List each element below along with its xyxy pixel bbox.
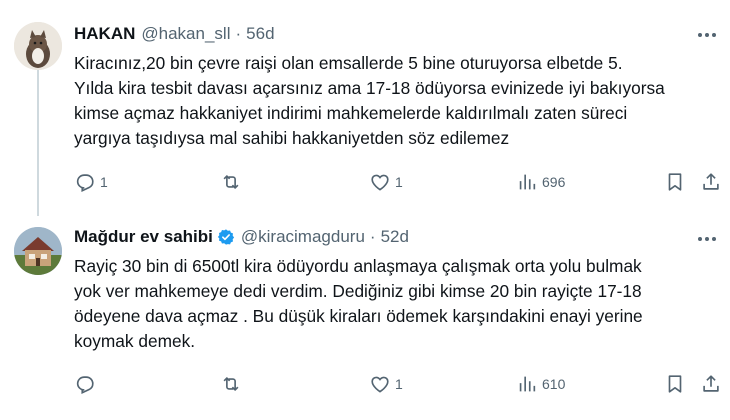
reply-button[interactable]: 1 <box>74 171 108 193</box>
retweet-icon <box>223 377 239 391</box>
heart-icon <box>371 376 389 393</box>
tweet-text: Kiracınız,20 bin çevre raişi olan emsall… <box>74 51 714 151</box>
reply-icon <box>76 376 94 395</box>
like-button[interactable]: 1 <box>369 171 403 193</box>
more-icon[interactable] <box>698 237 716 241</box>
timestamp[interactable]: 56d <box>246 24 274 44</box>
avatar[interactable] <box>14 227 62 275</box>
separator-dot: · <box>369 227 376 246</box>
like-count: 1 <box>395 174 403 190</box>
user-handle[interactable]: @kiracimagduru <box>241 227 365 247</box>
share-icon <box>703 375 719 392</box>
tweet-text-line: Kiracınız,20 bin çevre raişi olan emsall… <box>74 53 623 73</box>
separator-dot: · <box>235 24 242 43</box>
views-count: 696 <box>542 174 566 190</box>
reply-count: 1 <box>100 174 108 190</box>
house-avatar-image <box>14 227 62 275</box>
share-button[interactable] <box>700 171 722 193</box>
tweet-text-line: ödeyene dava açmaz . Bu düşük kiraları ö… <box>74 306 643 326</box>
action-bar: 1 1 696 <box>74 171 724 195</box>
timestamp[interactable]: 52d <box>381 227 409 247</box>
user-handle[interactable]: @hakan_sll <box>141 24 230 44</box>
retweet-icon <box>223 175 239 189</box>
views-button[interactable]: 610 <box>516 373 565 395</box>
display-name[interactable]: HAKAN <box>74 24 135 44</box>
cat-avatar-image <box>14 22 62 70</box>
action-bar: 1 610 <box>74 373 724 397</box>
retweet-button[interactable] <box>220 373 242 395</box>
more-icon[interactable] <box>698 33 716 37</box>
reply-icon <box>76 174 94 193</box>
tweet-text: Rayiç 30 bin di 6500tl kira ödüyordu anl… <box>74 254 714 354</box>
tweet-text-line: koymak demek. <box>74 331 196 351</box>
tweet-header: HAKAN @hakan_sll · 56d <box>74 23 275 45</box>
views-icon <box>519 174 536 190</box>
tweet-magdur-ev-sahibi[interactable]: Mağdur ev sahibi @kiracimagduru · 52d Ra… <box>0 213 730 420</box>
tweet-text-line: kimse açmaz hakkaniyet indirimi mahkemel… <box>74 103 628 123</box>
heart-icon <box>371 174 389 191</box>
bookmark-icon <box>668 173 682 191</box>
verified-badge-icon <box>217 229 234 245</box>
share-icon <box>703 173 719 190</box>
tweet-hakan[interactable]: HAKAN @hakan_sll · 56d Kiracınız,20 bin … <box>0 0 730 205</box>
like-count: 1 <box>395 376 403 392</box>
display-name[interactable]: Mağdur ev sahibi <box>74 227 213 247</box>
reply-button[interactable] <box>74 373 100 395</box>
bookmark-button[interactable] <box>664 171 686 193</box>
tweet-text-line: yargıya taşıdıysa mal sahibi hakkaniyetd… <box>74 128 510 148</box>
views-count: 610 <box>542 376 566 392</box>
bookmark-button[interactable] <box>664 373 686 395</box>
bookmark-icon <box>668 375 682 393</box>
tweet-text-line: Rayiç 30 bin di 6500tl kira ödüyordu anl… <box>74 256 642 276</box>
tweet-text-line: yok ver mahkemeye dedi verdim. Dediğiniz… <box>74 281 642 301</box>
views-icon <box>519 376 536 392</box>
avatar[interactable] <box>14 22 62 70</box>
like-button[interactable]: 1 <box>369 373 403 395</box>
share-button[interactable] <box>700 373 722 395</box>
tweet-header: Mağdur ev sahibi @kiracimagduru · 52d <box>74 226 409 248</box>
retweet-button[interactable] <box>220 171 242 193</box>
tweet-text-line: Yılda kira tesbit davası açarsınız ama 1… <box>74 78 665 98</box>
views-button[interactable]: 696 <box>516 171 565 193</box>
